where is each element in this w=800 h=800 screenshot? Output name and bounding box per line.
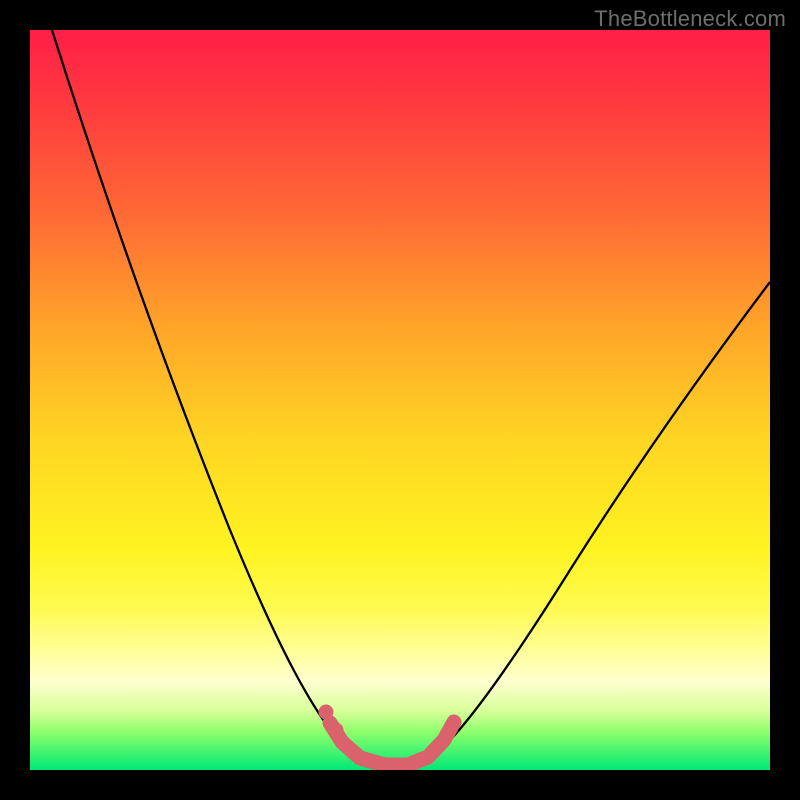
plot-area [30, 30, 770, 770]
bottleneck-curve [52, 30, 770, 768]
chart-frame: TheBottleneck.com [0, 0, 800, 800]
curve-layer [30, 30, 770, 770]
watermark-text: TheBottleneck.com [594, 6, 786, 32]
optimal-marker-dot [329, 723, 344, 738]
optimal-marker-dot [319, 705, 334, 720]
optimal-region-markers [330, 722, 454, 765]
